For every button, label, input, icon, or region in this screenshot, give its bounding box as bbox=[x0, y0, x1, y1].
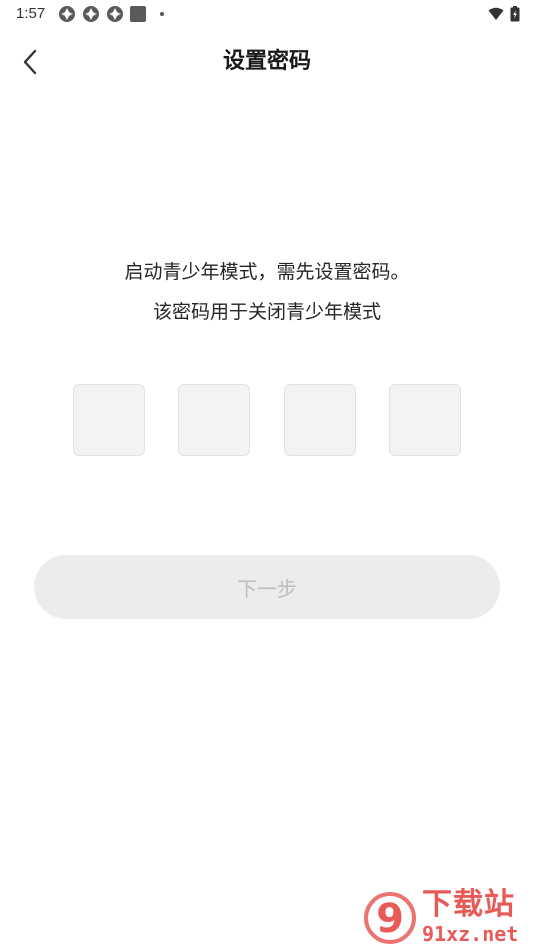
description-line-1: 启动青少年模式，需先设置密码。 bbox=[124, 261, 410, 283]
pin-digit-box-1[interactable] bbox=[73, 384, 145, 456]
system-icons bbox=[488, 6, 520, 22]
pin-digit-box-3[interactable] bbox=[284, 384, 356, 456]
watermark-url: 91xz.net bbox=[422, 922, 519, 946]
status-bar: 1:57 bbox=[0, 0, 534, 28]
wifi-icon bbox=[488, 7, 504, 20]
more-dot-icon bbox=[160, 12, 164, 16]
app-notification-icon bbox=[107, 6, 123, 22]
pin-input-row bbox=[73, 384, 461, 456]
next-button[interactable]: 下一步 bbox=[34, 555, 500, 619]
pin-digit-box-2[interactable] bbox=[178, 384, 250, 456]
watermark: 9 下载站 91xz.net bbox=[360, 888, 530, 948]
pin-digit-box-4[interactable] bbox=[389, 384, 461, 456]
watermark-brand: 下载站 bbox=[422, 887, 515, 922]
description-line-2: 该密码用于关闭青少年模式 bbox=[152, 301, 381, 323]
status-time: 1:57 bbox=[16, 5, 46, 22]
app-notification-icon bbox=[83, 6, 99, 22]
battery-charging-icon bbox=[510, 6, 520, 22]
notification-icons bbox=[58, 5, 164, 23]
site-logo-icon: 9 bbox=[364, 892, 416, 944]
gallery-icon bbox=[130, 6, 146, 22]
page-title: 设置密码 bbox=[222, 49, 311, 74]
app-notification-icon bbox=[59, 6, 75, 22]
logo-text: 9 bbox=[376, 896, 404, 942]
